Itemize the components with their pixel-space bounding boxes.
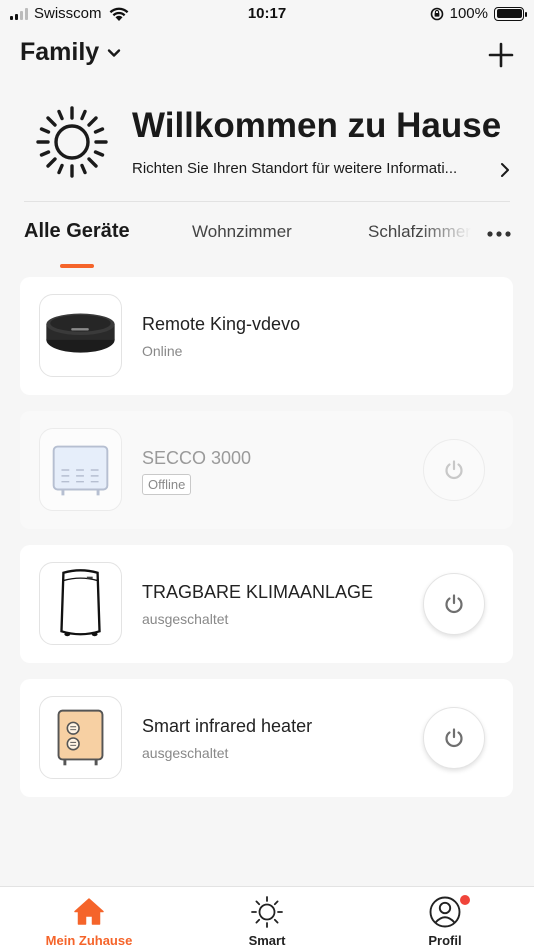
plus-icon[interactable] — [486, 40, 516, 70]
panel-heater-icon — [39, 428, 122, 511]
active-tab-indicator — [60, 264, 94, 268]
chevron-down-icon — [108, 48, 121, 57]
portable-air-conditioner-icon — [39, 562, 122, 645]
power-icon — [445, 594, 463, 614]
battery-icon — [494, 6, 527, 21]
tab-mein-zuhause[interactable]: Mein Zuhause — [0, 887, 178, 950]
status-right: 100% — [430, 5, 527, 22]
device-status: Online — [142, 343, 183, 359]
smart-sun-icon — [251, 896, 283, 928]
tab-smart[interactable]: Smart — [178, 887, 356, 950]
offline-badge: Offline — [142, 474, 192, 495]
power-button[interactable] — [423, 707, 485, 769]
tab-label: Mein Zuhause — [45, 933, 133, 948]
power-icon — [445, 728, 463, 748]
profile-icon — [429, 896, 461, 928]
orientation-lock-icon — [430, 7, 443, 20]
power-icon — [445, 460, 463, 480]
notification-badge — [460, 895, 470, 905]
battery-percentage: 100% — [449, 5, 488, 22]
device-status: ausgeschaltet — [142, 611, 229, 627]
welcome-subtitle: Richten Sie Ihren Standort für weitere I… — [132, 160, 458, 177]
tab-label: Smart — [248, 933, 286, 948]
home-icon — [74, 898, 104, 925]
header: Family — [20, 38, 516, 74]
status-bar: Swisscom 10:17 100% — [0, 0, 534, 28]
tab-alle-geraete[interactable]: Alle Geräte — [24, 220, 130, 243]
chevron-right-icon[interactable] — [500, 162, 510, 178]
ir-remote-hub-icon — [39, 294, 122, 377]
bottom-tab-bar: Mein Zuhause Smart Profil — [0, 886, 534, 950]
room-tabs: Alle Geräte Wohnzimmer Schlafzimmer — [0, 220, 534, 270]
welcome-title: Willkommen zu Hause — [132, 106, 502, 145]
power-button[interactable] — [423, 573, 485, 635]
tab-profil[interactable]: Profil — [356, 887, 534, 950]
device-card-klimaanlage[interactable]: TRAGBARE KLIMAANLAGE ausgeschaltet — [20, 545, 513, 663]
more-icon[interactable] — [486, 230, 512, 238]
device-card-infrared-heater[interactable]: Smart infrared heater ausgeschaltet — [20, 679, 513, 797]
device-name: Remote King-vdevo — [142, 314, 301, 334]
tab-label: Profil — [428, 933, 462, 948]
device-name: Smart infrared heater — [142, 716, 313, 736]
welcome-banner[interactable]: Willkommen zu Hause Richten Sie Ihren St… — [34, 100, 514, 190]
sun-icon — [36, 106, 108, 178]
device-card-remote-king[interactable]: Remote King-vdevo Online — [20, 277, 513, 395]
device-name: TRAGBARE KLIMAANLAGE — [142, 582, 374, 602]
device-name: SECCO 3000 — [142, 448, 252, 468]
device-card-secco-3000[interactable]: SECCO 3000 Offline — [20, 411, 513, 529]
device-status: ausgeschaltet — [142, 745, 229, 761]
infrared-heater-icon — [39, 696, 122, 779]
home-name: Family — [20, 38, 100, 66]
tab-wohnzimmer[interactable]: Wohnzimmer — [192, 222, 292, 242]
tab-fade — [420, 220, 484, 254]
divider — [24, 201, 510, 202]
home-selector[interactable]: Family — [20, 38, 121, 67]
power-button[interactable] — [423, 439, 485, 501]
